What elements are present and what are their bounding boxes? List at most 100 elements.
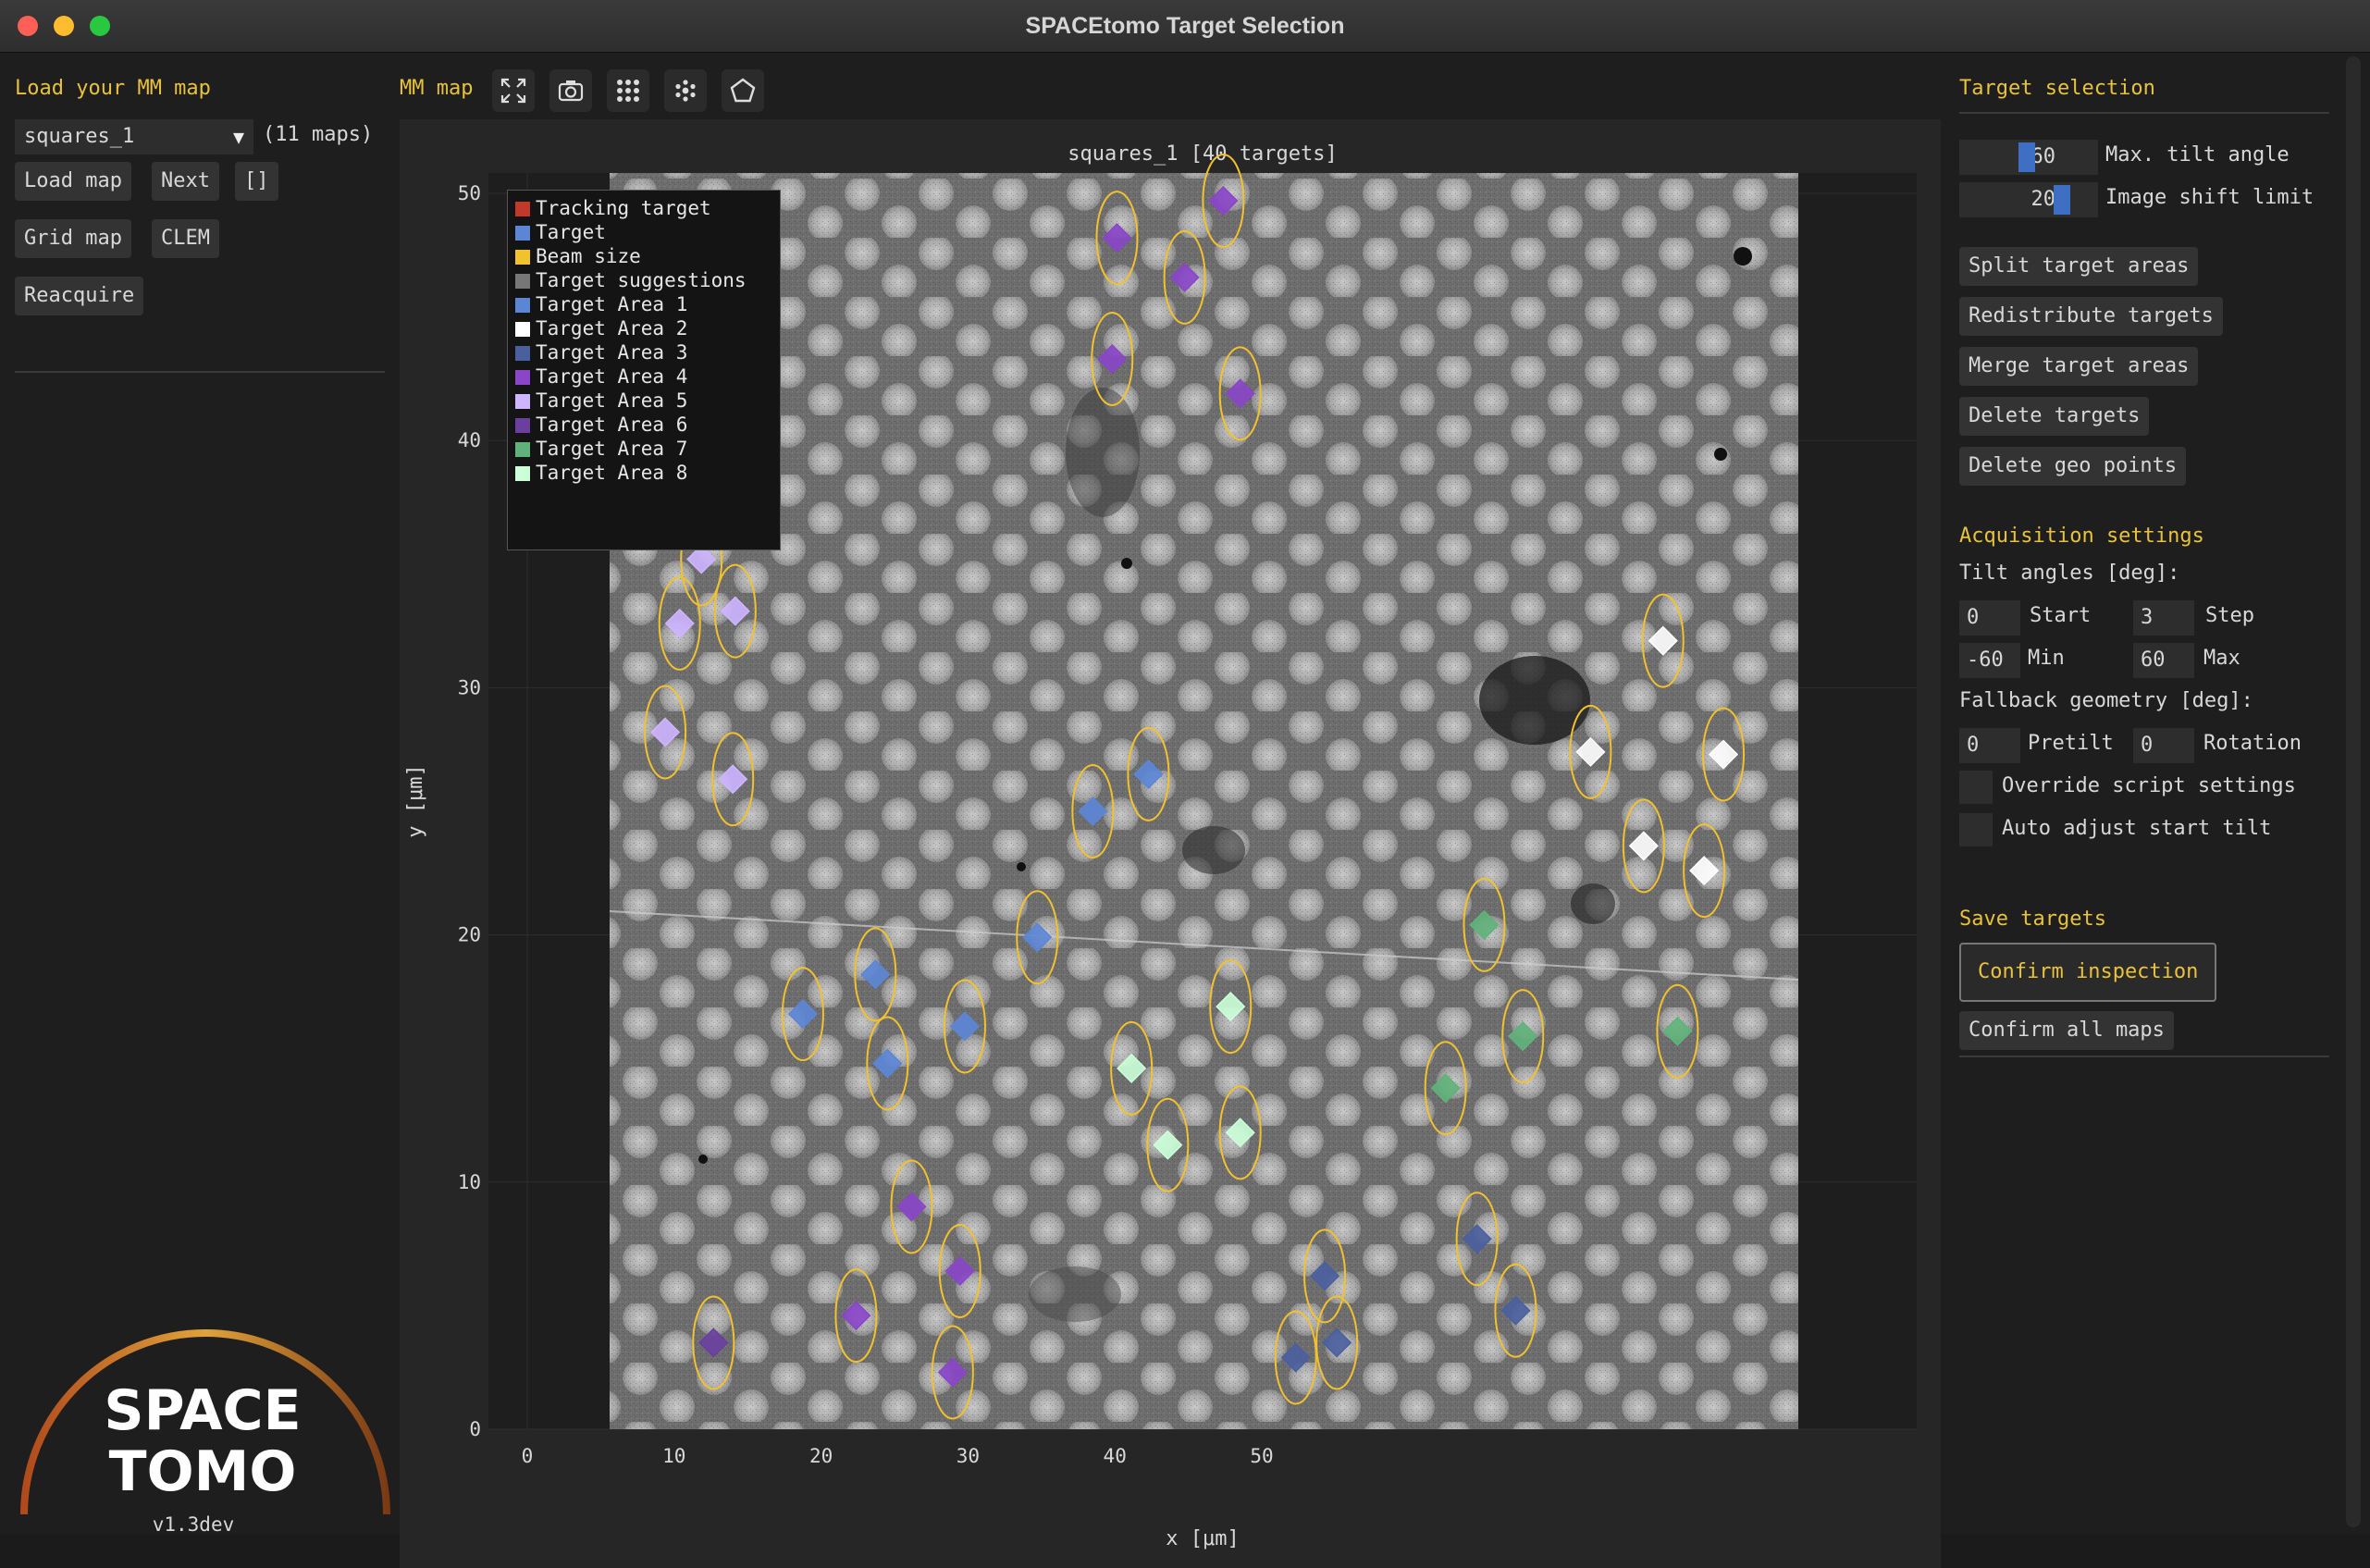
legend-label: Target Area 6 bbox=[536, 414, 688, 436]
x-tick-label: 50 bbox=[1250, 1445, 1273, 1467]
legend-item: Target bbox=[515, 220, 772, 244]
legend-label: Beam size bbox=[536, 245, 641, 267]
x-axis-label: x [μm] bbox=[1166, 1527, 1239, 1550]
legend-label: Target Area 1 bbox=[536, 293, 688, 315]
shift-limit-slider[interactable]: 20 bbox=[1959, 182, 2098, 217]
y-tick-label: 40 bbox=[458, 429, 481, 451]
cluster-icon[interactable] bbox=[664, 69, 707, 112]
title-bar: SPACEtomo Target Selection bbox=[0, 0, 2370, 53]
rotation-label: Rotation bbox=[2203, 732, 2302, 755]
x-tick-label: 40 bbox=[1104, 1445, 1127, 1467]
y-tick-label: 10 bbox=[458, 1171, 481, 1193]
legend-swatch bbox=[515, 274, 530, 289]
clem-button[interactable]: CLEM bbox=[152, 219, 219, 258]
spacetomo-logo: SPACE TOMO v1.3dev bbox=[20, 1329, 390, 1536]
auto-adjust-checkbox[interactable] bbox=[1959, 813, 1993, 846]
override-script-checkbox[interactable] bbox=[1959, 771, 1993, 804]
scrollbar[interactable] bbox=[2346, 56, 2361, 1527]
max-tilt-slider[interactable]: 60 bbox=[1959, 140, 2098, 175]
legend-label: Target Area 5 bbox=[536, 389, 688, 412]
max-tilt-label: Max. tilt angle bbox=[2105, 143, 2290, 167]
step-input[interactable]: 3 bbox=[2133, 600, 2194, 636]
camera-icon[interactable] bbox=[549, 69, 592, 112]
max-tilt-grab[interactable] bbox=[2018, 142, 2035, 172]
legend-swatch bbox=[515, 346, 530, 361]
delete-targets-button[interactable]: Delete targets bbox=[1959, 397, 2150, 436]
auto-adjust-label: Auto adjust start tilt bbox=[2002, 817, 2272, 840]
app-body: Load your MM map squares_1 ▼ (11 maps) L… bbox=[0, 53, 2370, 1568]
map-select-value: squares_1 bbox=[24, 125, 135, 148]
grid-dots-icon[interactable] bbox=[607, 69, 649, 112]
y-tick-label: 50 bbox=[458, 182, 481, 204]
save-targets-heading: Save targets bbox=[1959, 907, 2106, 931]
pretilt-label: Pretilt bbox=[2028, 732, 2114, 755]
legend-item: Target Area 6 bbox=[515, 413, 772, 437]
confirm-inspection-button[interactable]: Confirm inspection bbox=[1959, 943, 2217, 1002]
legend-swatch bbox=[515, 322, 530, 337]
logo-line2: TOMO bbox=[109, 1439, 297, 1504]
confirm-all-maps-button[interactable]: Confirm all maps bbox=[1959, 1011, 2174, 1050]
legend-swatch bbox=[515, 298, 530, 313]
legend-swatch bbox=[515, 226, 530, 241]
mm-map-label: MM map bbox=[400, 77, 474, 100]
start-input[interactable]: 0 bbox=[1959, 600, 2020, 636]
right-separator-top bbox=[1959, 112, 2329, 114]
dropdown-arrow-icon: ▼ bbox=[232, 126, 244, 148]
brackets-button[interactable]: [] bbox=[235, 162, 278, 201]
window-title: SPACEtomo Target Selection bbox=[1025, 13, 1345, 39]
legend-label: Tracking target bbox=[536, 197, 711, 219]
legend-label: Target suggestions bbox=[536, 269, 747, 291]
step-label: Step bbox=[2205, 604, 2254, 627]
reacquire-button[interactable]: Reacquire bbox=[15, 277, 144, 315]
legend-swatch bbox=[515, 418, 530, 433]
legend-swatch bbox=[515, 466, 530, 481]
legend-item: Target Area 8 bbox=[515, 461, 772, 485]
version-label: v1.3dev bbox=[153, 1513, 235, 1536]
x-tick-label: 20 bbox=[809, 1445, 833, 1467]
plot-title: squares_1 [40 targets] bbox=[1068, 142, 1337, 166]
min-label: Min bbox=[2028, 647, 2065, 670]
next-button[interactable]: Next bbox=[152, 162, 219, 201]
legend-item: Target suggestions bbox=[515, 268, 772, 292]
legend-item: Target Area 1 bbox=[515, 292, 772, 316]
redistribute-targets-button[interactable]: Redistribute targets bbox=[1959, 297, 2223, 336]
legend-label: Target Area 3 bbox=[536, 341, 688, 364]
map-count: (11 maps) bbox=[263, 123, 374, 146]
pentagon-icon[interactable] bbox=[722, 69, 764, 112]
start-label: Start bbox=[2030, 604, 2092, 627]
merge-target-areas-button[interactable]: Merge target areas bbox=[1959, 347, 2199, 386]
legend-item: Tracking target bbox=[515, 196, 772, 220]
legend-label: Target Area 2 bbox=[536, 317, 688, 340]
legend-label: Target Area 4 bbox=[536, 365, 688, 388]
max-label: Max bbox=[2203, 647, 2240, 670]
shift-limit-grab[interactable] bbox=[2054, 185, 2070, 215]
split-target-areas-button[interactable]: Split target areas bbox=[1959, 247, 2199, 286]
legend-swatch bbox=[515, 370, 530, 385]
map-plot-panel: squares_1 [40 targets] 0 10 20 30 40 50 0 10 20 3… bbox=[400, 119, 1941, 1568]
min-input[interactable]: -60 bbox=[1959, 643, 2020, 678]
legend-swatch bbox=[515, 394, 530, 409]
load-map-button[interactable]: Load map bbox=[15, 162, 131, 201]
y-tick-label: 20 bbox=[458, 924, 481, 946]
pretilt-input[interactable]: 0 bbox=[1959, 728, 2020, 763]
x-tick-label: 0 bbox=[522, 1445, 534, 1467]
grid-map-button[interactable]: Grid map bbox=[15, 219, 131, 258]
shift-limit-value: 20 bbox=[2031, 188, 2056, 211]
legend-item: Target Area 5 bbox=[515, 389, 772, 413]
rotation-input[interactable]: 0 bbox=[2133, 728, 2194, 763]
target-selection-heading: Target selection bbox=[1959, 77, 2155, 100]
fallback-geometry-label: Fallback geometry [deg]: bbox=[1959, 689, 2253, 712]
map-select[interactable]: squares_1 ▼ bbox=[15, 119, 253, 154]
left-separator bbox=[15, 371, 385, 373]
delete-geo-points-button[interactable]: Delete geo points bbox=[1959, 447, 2187, 486]
legend-item: Target Area 7 bbox=[515, 437, 772, 461]
acquisition-settings-heading: Acquisition settings bbox=[1959, 525, 2204, 548]
load-map-heading: Load your MM map bbox=[15, 77, 211, 100]
y-tick-label: 30 bbox=[458, 676, 481, 698]
max-input[interactable]: 60 bbox=[2133, 643, 2194, 678]
tilt-angles-label: Tilt angles [deg]: bbox=[1959, 562, 2180, 585]
right-separator-bottom bbox=[1959, 1056, 2329, 1057]
fullscreen-icon[interactable] bbox=[492, 69, 535, 112]
logo-line1: SPACE bbox=[104, 1378, 301, 1443]
override-script-label: Override script settings bbox=[2002, 774, 2296, 797]
